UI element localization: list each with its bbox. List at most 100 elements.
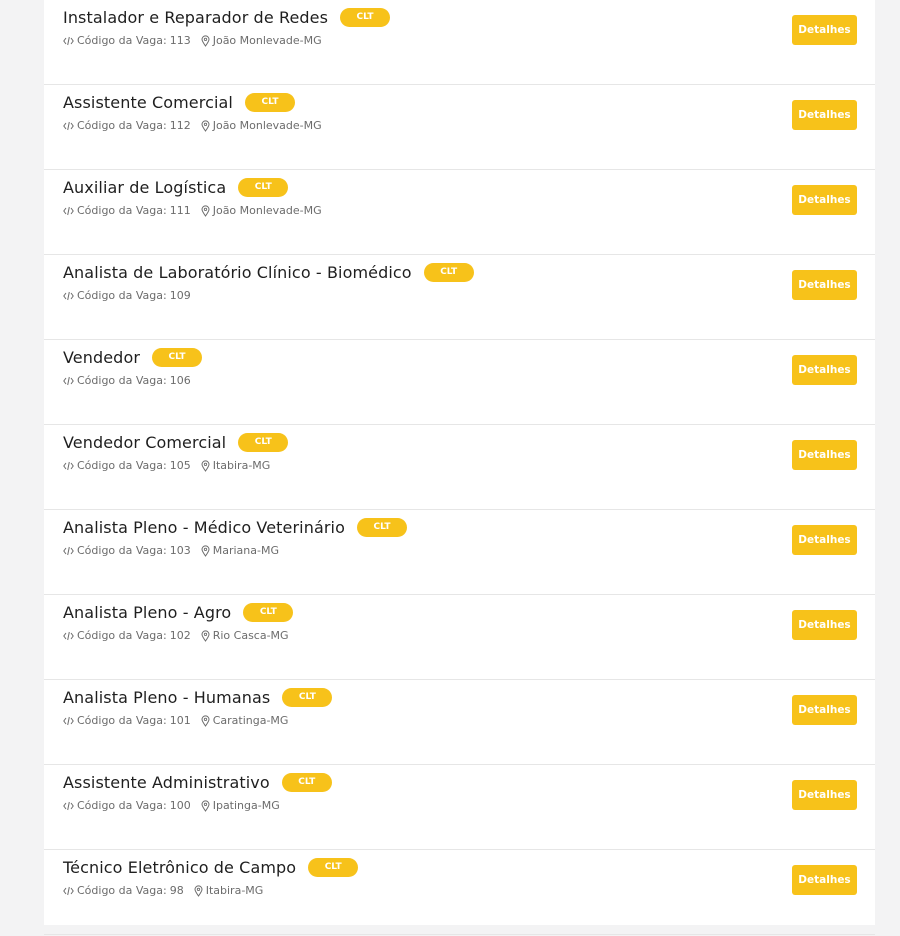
job-location: Rio Casca-MG [201, 629, 289, 642]
details-button[interactable]: Detalhes [792, 695, 857, 725]
job-list-item: Vendedor Comercial CLT Código da Vaga: 1… [44, 425, 875, 510]
job-code-value: 111 [169, 204, 191, 217]
job-meta: Código da Vaga: 105 Itabira-MG [63, 459, 270, 472]
code-icon [63, 716, 74, 726]
job-meta: Código da Vaga: 106 [63, 374, 191, 387]
job-code-label: Código da Vaga: [77, 204, 167, 217]
job-meta: Código da Vaga: 98 Itabira-MG [63, 884, 263, 897]
job-location-value: Itabira-MG [212, 459, 271, 472]
job-location-value: Mariana-MG [212, 544, 279, 557]
contract-type-badge: CLT [238, 432, 289, 452]
map-pin-icon [201, 544, 210, 557]
job-code-label: Código da Vaga: [77, 374, 167, 387]
details-button[interactable]: Detalhes [792, 15, 857, 45]
details-button[interactable]: Detalhes [792, 525, 857, 555]
job-title: Assistente Administrativo [63, 772, 270, 792]
job-code: Código da Vaga: 106 [63, 374, 191, 387]
job-meta: Código da Vaga: 111 João Monlevade-MG [63, 204, 322, 217]
details-button[interactable]: Detalhes [792, 185, 857, 215]
details-button[interactable]: Detalhes [792, 270, 857, 300]
job-list: Instalador e Reparador de Redes CLT Códi… [44, 0, 875, 935]
contract-type-badge: CLT [423, 262, 474, 282]
code-icon [63, 121, 74, 131]
job-list-item: Técnico Eletrônico de Campo CLT Código d… [44, 850, 875, 935]
code-icon [63, 206, 74, 216]
code-icon [63, 886, 74, 896]
job-location-value: João Monlevade-MG [212, 204, 322, 217]
job-title: Instalador e Reparador de Redes [63, 7, 329, 27]
job-location-value: Ipatinga-MG [212, 799, 280, 812]
code-icon [63, 801, 74, 811]
job-code: Código da Vaga: 105 [63, 459, 191, 472]
job-location: Itabira-MG [201, 459, 271, 472]
map-pin-icon [201, 34, 210, 47]
job-code: Código da Vaga: 102 [63, 629, 191, 642]
job-code: Código da Vaga: 103 [63, 544, 191, 557]
details-button[interactable]: Detalhes [792, 610, 857, 640]
job-title-line: Instalador e Reparador de Redes CLT [63, 4, 391, 30]
job-location-value: Itabira-MG [205, 884, 264, 897]
details-button[interactable]: Detalhes [792, 440, 857, 470]
job-code-value: 109 [169, 289, 191, 302]
contract-type-badge: CLT [308, 857, 359, 877]
job-list-item: Assistente Administrativo CLT Código da … [44, 765, 875, 850]
job-code: Código da Vaga: 101 [63, 714, 191, 727]
job-title-line: Auxiliar de Logística CLT [63, 174, 289, 200]
job-code-label: Código da Vaga: [77, 119, 167, 132]
job-code-label: Código da Vaga: [77, 884, 167, 897]
job-title: Analista de Laboratório Clínico - Bioméd… [63, 262, 412, 282]
job-location: João Monlevade-MG [201, 204, 322, 217]
map-pin-icon [201, 459, 210, 472]
job-code: Código da Vaga: 111 [63, 204, 191, 217]
code-icon [63, 376, 74, 386]
job-code-label: Código da Vaga: [77, 714, 167, 727]
job-code-value: 100 [169, 799, 191, 812]
job-code-label: Código da Vaga: [77, 629, 167, 642]
job-code-value: 113 [169, 34, 191, 47]
job-title-line: Assistente Comercial CLT [63, 89, 295, 115]
contract-type-badge: CLT [282, 687, 333, 707]
job-title-line: Analista de Laboratório Clínico - Bioméd… [63, 259, 474, 285]
job-code: Código da Vaga: 98 [63, 884, 184, 897]
job-title-line: Analista Pleno - Humanas CLT [63, 684, 333, 710]
job-title-line: Analista Pleno - Médico Veterinário CLT [63, 514, 407, 540]
details-button[interactable]: Detalhes [792, 780, 857, 810]
job-title: Vendedor [63, 347, 141, 367]
map-pin-icon [201, 629, 210, 642]
contract-type-badge: CLT [340, 7, 391, 27]
job-code-label: Código da Vaga: [77, 459, 167, 472]
job-code-value: 103 [169, 544, 191, 557]
job-code-label: Código da Vaga: [77, 544, 167, 557]
job-code: Código da Vaga: 100 [63, 799, 191, 812]
job-code: Código da Vaga: 112 [63, 119, 191, 132]
contract-type-badge: CLT [152, 347, 203, 367]
job-list-item: Analista de Laboratório Clínico - Bioméd… [44, 255, 875, 340]
job-title: Assistente Comercial [63, 92, 233, 112]
job-code: Código da Vaga: 113 [63, 34, 191, 47]
job-title: Auxiliar de Logística [63, 177, 227, 197]
job-location: João Monlevade-MG [201, 34, 322, 47]
job-code-value: 98 [169, 884, 184, 897]
code-icon [63, 546, 74, 556]
details-button[interactable]: Detalhes [792, 865, 857, 895]
details-button[interactable]: Detalhes [792, 100, 857, 130]
job-code-label: Código da Vaga: [77, 34, 167, 47]
job-location: João Monlevade-MG [201, 119, 322, 132]
job-title-line: Assistente Administrativo CLT [63, 769, 332, 795]
job-title: Técnico Eletrônico de Campo [63, 857, 297, 877]
job-title-line: Vendedor CLT [63, 344, 203, 370]
code-icon [63, 36, 74, 46]
job-title: Analista Pleno - Agro [63, 602, 232, 622]
job-code-label: Código da Vaga: [77, 289, 167, 302]
job-list-item: Analista Pleno - Humanas CLT Código da V… [44, 680, 875, 765]
job-title-line: Analista Pleno - Agro CLT [63, 599, 294, 625]
job-title-line: Técnico Eletrônico de Campo CLT [63, 854, 359, 880]
job-location: Caratinga-MG [201, 714, 288, 727]
job-meta: Código da Vaga: 113 João Monlevade-MG [63, 34, 322, 47]
job-title-line: Vendedor Comercial CLT [63, 429, 289, 455]
job-meta: Código da Vaga: 103 Mariana-MG [63, 544, 279, 557]
map-pin-icon [201, 799, 210, 812]
job-code-label: Código da Vaga: [77, 799, 167, 812]
job-meta: Código da Vaga: 109 [63, 289, 191, 302]
details-button[interactable]: Detalhes [792, 355, 857, 385]
